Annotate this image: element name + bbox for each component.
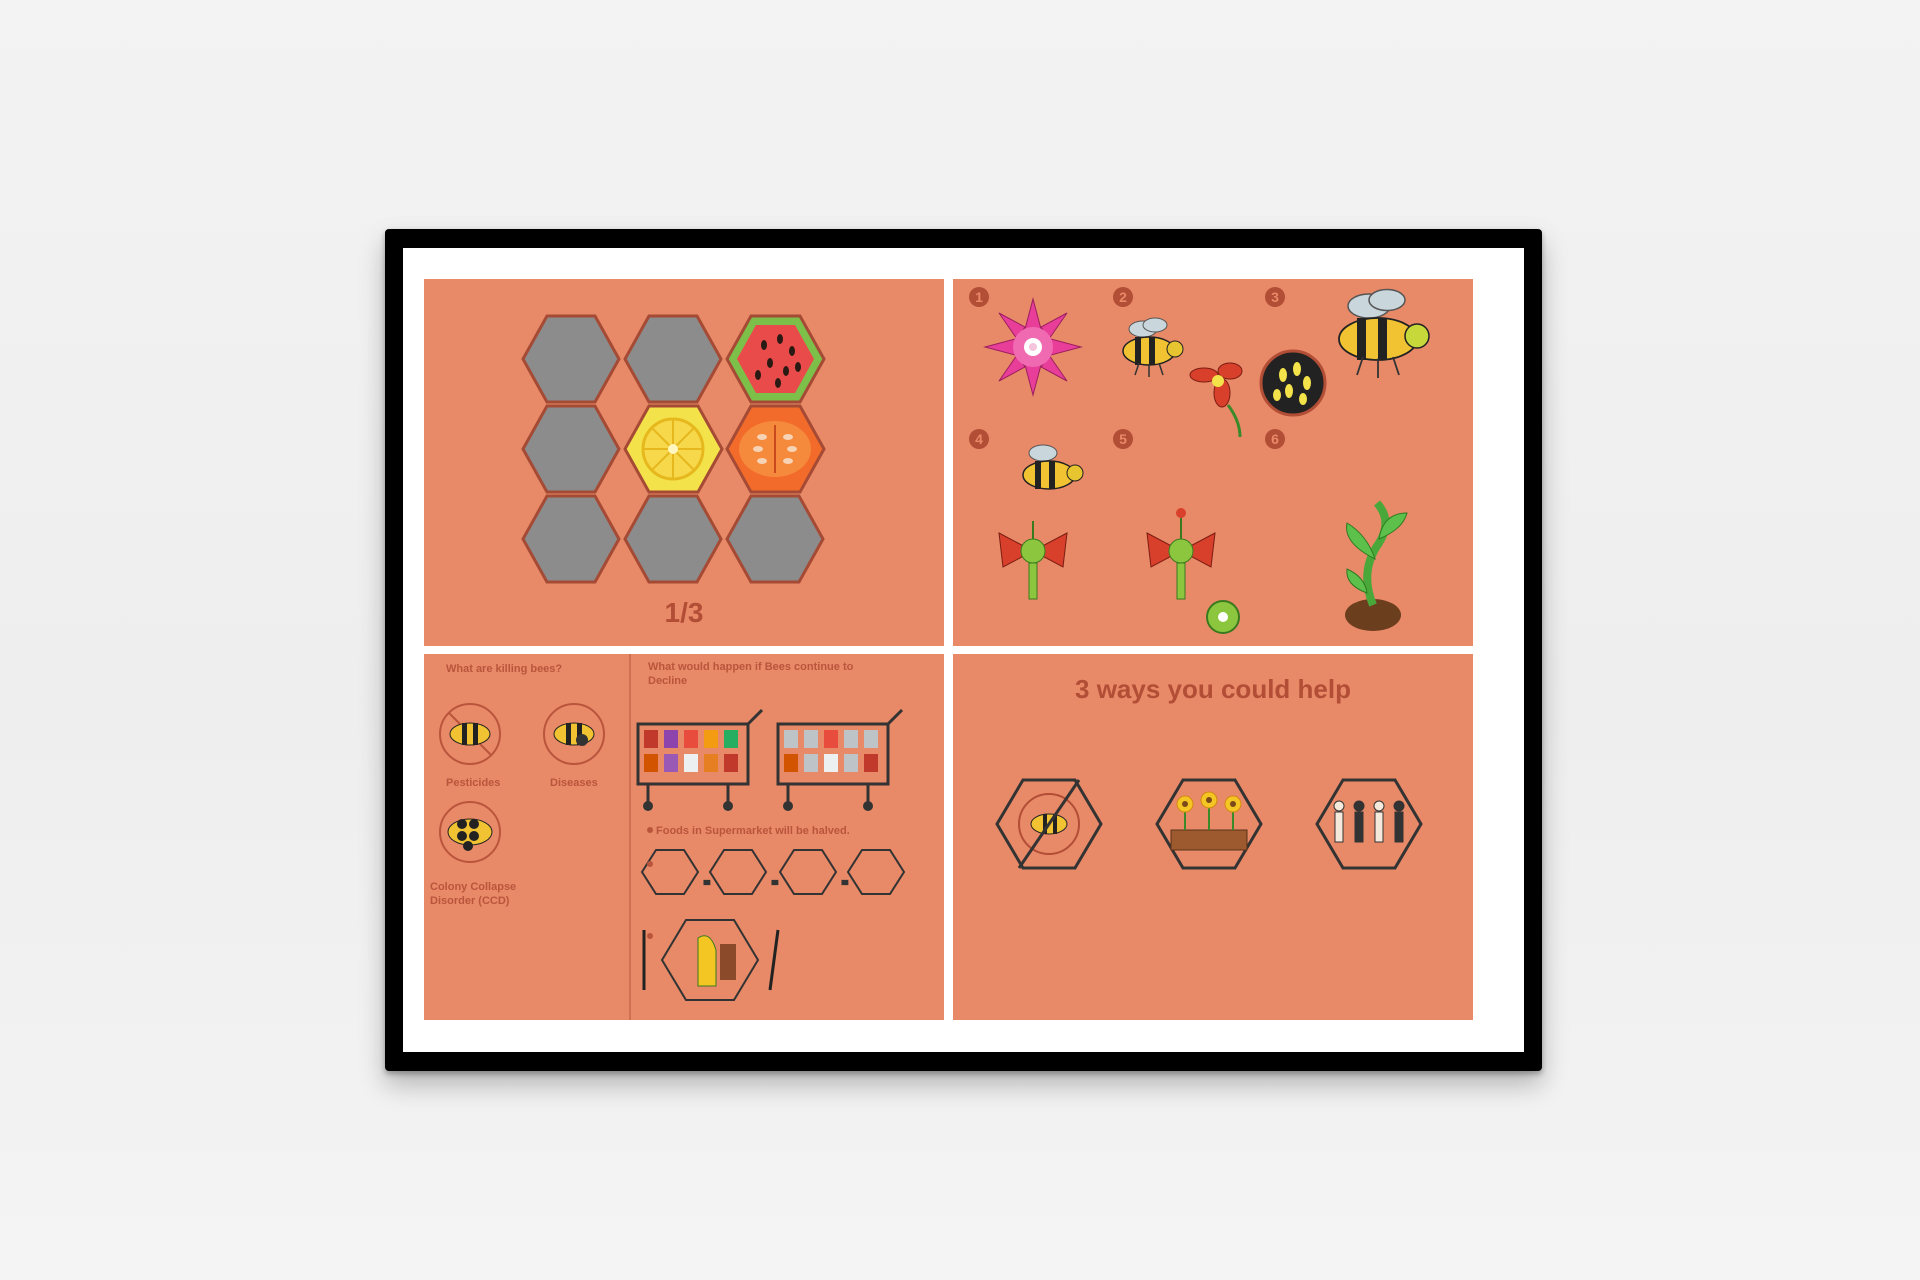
equals-sign: = bbox=[704, 878, 710, 889]
poster-mat: 1/3 1 2 3 4 5 6 What are killing bees? P… bbox=[403, 248, 1524, 1052]
seedling-icon bbox=[1345, 500, 1408, 631]
poster-frame: 1/3 1 2 3 4 5 6 What are killing bees? P… bbox=[385, 229, 1542, 1071]
hex-empty bbox=[623, 314, 723, 404]
food-chain-hex bbox=[846, 849, 906, 895]
no-pesticide-icon bbox=[995, 778, 1103, 870]
food-chain-hex bbox=[640, 849, 700, 895]
bee-icon bbox=[1122, 317, 1184, 377]
plate-icon bbox=[642, 919, 780, 1001]
hex-empty bbox=[521, 404, 621, 494]
pollen-icon bbox=[1259, 349, 1327, 417]
flower-icon bbox=[998, 521, 1068, 600]
food-chain-hex bbox=[778, 849, 838, 895]
disease-bee-icon bbox=[543, 703, 605, 765]
hex-empty bbox=[521, 314, 621, 404]
shopping-cart-icon bbox=[776, 708, 904, 811]
lemon-icon bbox=[623, 404, 724, 494]
watermelon-icon bbox=[725, 314, 826, 404]
equals-sign: = bbox=[772, 878, 778, 889]
bee-icon bbox=[1022, 444, 1084, 490]
panel-pollination-steps: 1 2 3 4 5 6 bbox=[953, 279, 1473, 646]
fruit-seed-icon bbox=[1206, 600, 1240, 634]
flower-icon bbox=[1189, 362, 1243, 438]
papaya-icon bbox=[725, 404, 826, 494]
hex-empty bbox=[725, 494, 825, 584]
equals-sign: = bbox=[842, 878, 848, 889]
hex-empty bbox=[623, 494, 723, 584]
shopping-cart-icon bbox=[636, 708, 764, 811]
bullet-dot bbox=[647, 861, 653, 939]
flower-icon bbox=[1146, 508, 1216, 600]
panel-bee-threats: What are killing bees? Pesticides Diseas… bbox=[424, 654, 944, 1020]
bee-icon bbox=[1338, 288, 1430, 378]
hex-empty bbox=[521, 494, 621, 584]
pesticide-bee-icon bbox=[439, 703, 501, 765]
garden-icon bbox=[1155, 778, 1263, 870]
panel-one-third: 1/3 bbox=[424, 279, 944, 646]
panel-ways-to-help: 3 ways you could help bbox=[953, 654, 1473, 1020]
ccd-bee-icon bbox=[439, 801, 501, 863]
people-icon bbox=[1315, 778, 1423, 870]
food-chain-hex bbox=[708, 849, 768, 895]
flower-icon bbox=[983, 297, 1083, 397]
fraction-label: 1/3 bbox=[664, 597, 704, 628]
